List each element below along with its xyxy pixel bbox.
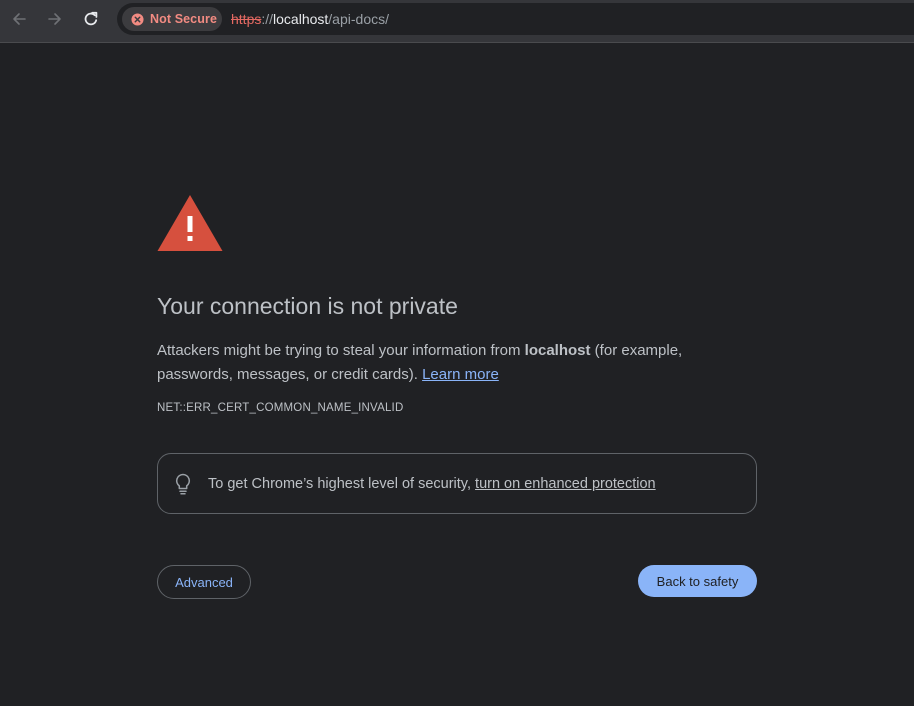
lightbulb-icon xyxy=(175,473,191,495)
warning-triangle-icon xyxy=(157,195,223,251)
error-circle-icon xyxy=(131,12,144,26)
enhanced-protection-link[interactable]: turn on enhanced protection xyxy=(475,476,656,492)
back-to-safety-button[interactable]: Back to safety xyxy=(638,565,757,597)
enhanced-protection-prefix: To get Chrome’s highest level of securit… xyxy=(208,475,476,492)
forward-button[interactable] xyxy=(43,8,67,30)
message-host: localhost xyxy=(524,342,591,359)
arrow-left-icon xyxy=(13,13,26,25)
enhanced-protection-banner: To get Chrome’s highest level of securit… xyxy=(157,453,757,514)
security-chip[interactable]: Not Secure xyxy=(122,7,222,31)
page-title: Your connection is not private xyxy=(157,293,458,319)
error-code: NET::ERR_CERT_COMMON_NAME_INVALID xyxy=(157,402,404,414)
warning-message: Attackers might be trying to steal your … xyxy=(157,339,757,387)
arrow-right-icon xyxy=(48,13,61,25)
url-scheme: https xyxy=(231,11,262,27)
back-button[interactable] xyxy=(7,8,31,30)
reload-icon xyxy=(84,11,98,26)
url-separator: :// xyxy=(261,11,274,27)
url-path: /api-docs/ xyxy=(328,11,389,27)
enhanced-protection-text: To get Chrome’s highest level of securit… xyxy=(208,476,656,492)
security-chip-label: Not Secure xyxy=(150,12,217,26)
advanced-button[interactable]: Advanced xyxy=(157,565,251,599)
message-text-before: Attackers might be trying to steal your … xyxy=(157,342,525,359)
learn-more-link[interactable]: Learn more xyxy=(422,366,499,383)
url-text[interactable]: https://localhost/api-docs/ xyxy=(231,11,389,27)
url-host: localhost xyxy=(273,11,329,27)
reload-button[interactable] xyxy=(79,8,103,30)
address-bar[interactable]: Not Secure https://localhost/api-docs/ xyxy=(117,3,914,35)
browser-toolbar: Not Secure https://localhost/api-docs/ xyxy=(0,0,914,43)
